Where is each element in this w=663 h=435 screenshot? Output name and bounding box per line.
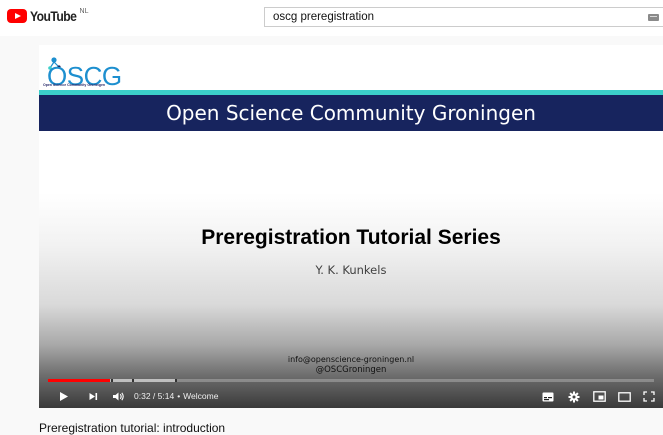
youtube-logo-icon xyxy=(7,9,27,23)
play-button[interactable] xyxy=(53,385,73,408)
miniplayer-icon xyxy=(592,391,606,402)
theater-icon xyxy=(617,391,631,402)
chapter-marker xyxy=(132,379,134,382)
video-player[interactable]: OSCG Open Science Community Groningen Op… xyxy=(39,45,663,408)
fullscreen-icon xyxy=(643,391,655,402)
miniplayer-button[interactable] xyxy=(590,385,608,408)
settings-button[interactable] xyxy=(565,385,583,408)
duration: 5:14 xyxy=(157,391,175,401)
play-icon xyxy=(59,392,68,401)
chapter-marker xyxy=(111,379,113,382)
search-input[interactable] xyxy=(273,10,613,24)
oscg-logo-subtext: Open Science Community Groningen xyxy=(43,83,106,87)
slide-banner: Open Science Community Groningen xyxy=(39,95,663,131)
chapter-marker xyxy=(175,379,177,382)
region-code: NL xyxy=(79,8,89,15)
progress-bar[interactable] xyxy=(48,379,654,382)
masthead: YouTube NL xyxy=(0,0,663,36)
search-box[interactable] xyxy=(264,7,663,27)
youtube-logo[interactable]: YouTube NL xyxy=(7,8,89,24)
next-icon xyxy=(89,393,97,400)
fullscreen-button[interactable] xyxy=(640,385,658,408)
chapter-title[interactable]: Welcome xyxy=(183,391,218,401)
keyboard-icon[interactable] xyxy=(648,14,659,21)
slide-title: Preregistration Tutorial Series xyxy=(201,226,501,249)
chapter-separator: • xyxy=(177,391,181,401)
player-controls: 0:32 / 5:14 • Welcome xyxy=(39,385,663,408)
current-time: 0:32 xyxy=(134,391,151,401)
subtitles-icon xyxy=(542,392,554,401)
next-button[interactable] xyxy=(83,385,103,408)
video-title: Preregistration tutorial: introduction xyxy=(39,421,226,435)
time-display: 0:32 / 5:14 • Welcome xyxy=(134,391,219,401)
progress-played xyxy=(48,379,110,382)
theater-mode-button[interactable] xyxy=(615,385,633,408)
volume-button[interactable] xyxy=(107,385,129,408)
slide-author: Y. K. Kunkels xyxy=(315,263,387,277)
settings-icon xyxy=(568,391,580,402)
slide-handle: @OSCGroningen xyxy=(315,365,387,375)
youtube-logo-text: YouTube xyxy=(30,9,77,24)
volume-icon xyxy=(112,392,124,401)
subtitles-button[interactable] xyxy=(539,385,557,408)
slide-email: info@openscience-groningen.nl xyxy=(287,355,415,364)
